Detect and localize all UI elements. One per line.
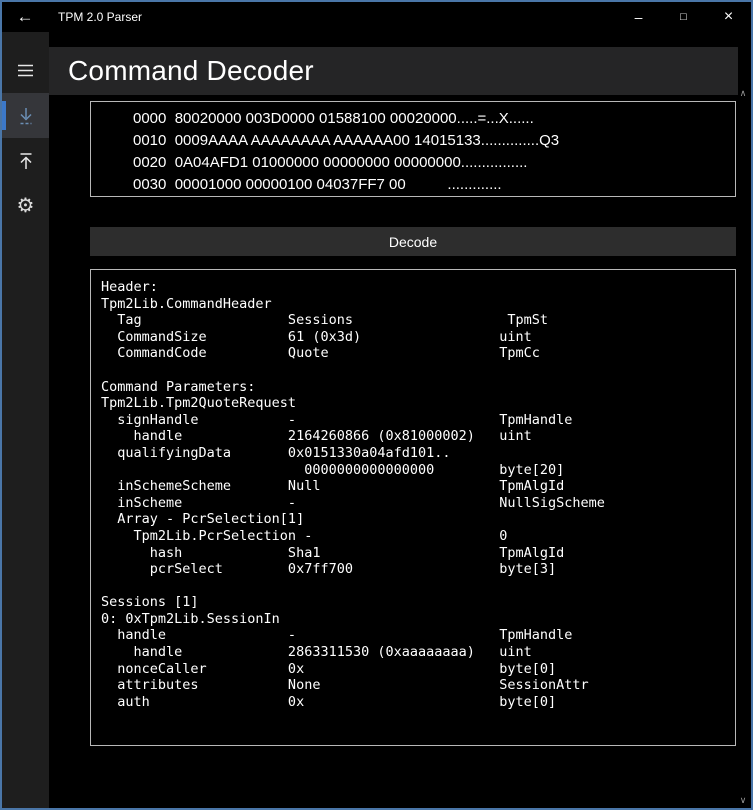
maximize-button[interactable]: □ — [661, 2, 706, 32]
main-content: Command Decoder 0000 80020000 003D0000 0… — [49, 32, 751, 808]
selection-accent-bar — [2, 101, 6, 130]
maximize-icon: □ — [680, 10, 687, 23]
chevron-up-icon: ∧ — [739, 88, 747, 98]
decoded-output-box[interactable]: Header: Tpm2Lib.CommandHeader Tag Sessio… — [90, 269, 736, 746]
minimize-icon: – — [634, 9, 643, 25]
hex-dump-text[interactable]: 0000 80020000 003D0000 01588100 00020000… — [133, 108, 735, 196]
decode-button-label: Decode — [388, 233, 438, 250]
gear-icon: ⚙ — [16, 194, 35, 217]
back-arrow-icon: ← — [16, 7, 34, 26]
sidebar-item-command-decoder[interactable] — [2, 93, 49, 138]
sidebar: ⚙ — [2, 32, 49, 808]
hamburger-icon — [15, 60, 36, 81]
upload-icon — [15, 150, 37, 172]
download-icon — [15, 105, 37, 127]
title-bar: ← TPM 2.0 Parser – □ × — [2, 2, 751, 32]
close-icon: × — [723, 8, 734, 25]
chevron-down-icon: ∨ — [739, 795, 747, 805]
scrollbar-up-arrow[interactable]: ∧ — [738, 88, 748, 98]
page-title: Command Decoder — [68, 55, 314, 86]
page-header: Command Decoder — [49, 47, 738, 95]
caption-buttons: – □ × — [616, 2, 751, 32]
window-title: TPM 2.0 Parser — [58, 10, 143, 24]
sidebar-item-settings[interactable]: ⚙ — [2, 183, 49, 228]
app-window: ← TPM 2.0 Parser – □ × ⚙ Command Decoder… — [0, 0, 753, 810]
hamburger-menu-button[interactable] — [2, 48, 49, 93]
close-button[interactable]: × — [706, 2, 751, 32]
decode-button[interactable]: Decode — [90, 227, 736, 256]
decoded-output-text: Header: Tpm2Lib.CommandHeader Tag Sessio… — [101, 279, 605, 710]
hex-input-box[interactable]: 0000 80020000 003D0000 01588100 00020000… — [90, 101, 736, 197]
scrollbar-down-arrow[interactable]: ∨ — [738, 795, 748, 805]
back-button[interactable]: ← — [2, 2, 48, 32]
minimize-button[interactable]: – — [616, 2, 661, 32]
sidebar-item-response-decoder[interactable] — [2, 138, 49, 183]
